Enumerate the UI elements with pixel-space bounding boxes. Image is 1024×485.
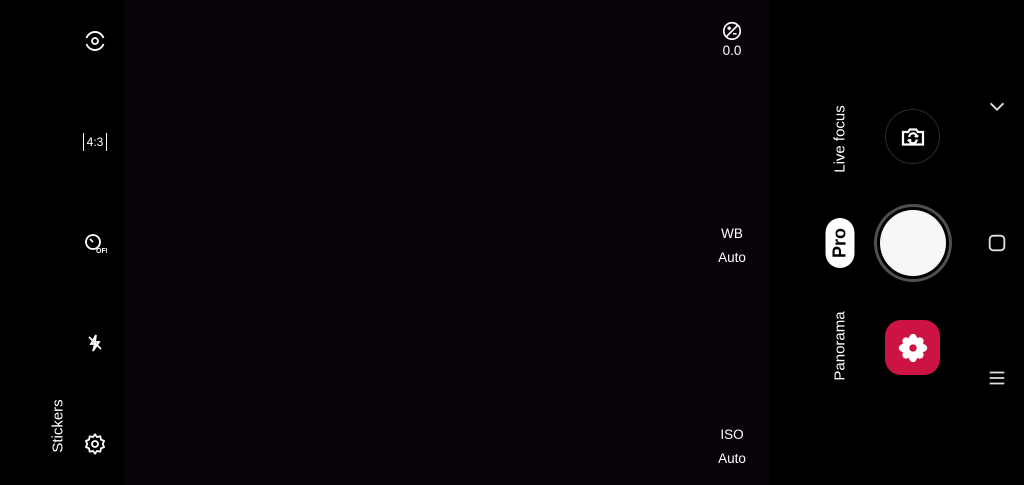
camera-mode-button[interactable] [75, 21, 115, 61]
flash-off-icon [88, 334, 102, 352]
gallery-button[interactable] [885, 320, 940, 375]
gallery-flower-icon [898, 333, 927, 362]
exposure-icon [722, 21, 742, 41]
mode-panorama[interactable]: Panorama [832, 311, 849, 380]
exposure-control[interactable]: 0.0 [700, 20, 764, 60]
eye-rotate-icon [85, 31, 105, 51]
home-square-icon [988, 234, 1006, 252]
nav-collapse-button[interactable] [980, 90, 1014, 124]
exposure-value: 0.0 [722, 43, 742, 58]
gear-icon [84, 433, 106, 455]
iso-value: Auto [718, 451, 746, 466]
settings-button[interactable] [75, 424, 115, 464]
iso-label: ISO [720, 427, 744, 442]
aspect-ratio-label: 4:3 [86, 135, 104, 149]
wb-value: Auto [718, 250, 746, 265]
timer-button[interactable]: OFF [75, 223, 115, 263]
shutter-inner [880, 210, 946, 276]
switch-camera-button[interactable] [885, 109, 940, 164]
shutter-button[interactable] [874, 204, 952, 282]
camera-flip-icon [901, 127, 924, 146]
mode-pro[interactable]: Pro [825, 217, 855, 269]
timer-off-icon: OFF [85, 234, 107, 255]
flash-button[interactable] [75, 323, 115, 363]
nav-recents-button[interactable] [980, 361, 1014, 395]
mode-live-focus[interactable]: Live focus [832, 105, 849, 173]
nav-home-button[interactable] [980, 226, 1014, 260]
aspect-ratio-button[interactable]: 4:3 [75, 122, 115, 162]
camera-viewfinder[interactable] [124, 0, 769, 485]
recents-lines-icon [989, 371, 1005, 385]
white-balance-control[interactable]: WB Auto [700, 222, 764, 270]
chevron-down-icon [989, 102, 1005, 112]
aspect-ratio-icon: 4:3 [82, 133, 108, 151]
stickers-mode[interactable]: Stickers [50, 399, 67, 452]
iso-control[interactable]: ISO Auto [700, 423, 764, 471]
svg-text:OFF: OFF [96, 248, 107, 255]
wb-label: WB [721, 226, 743, 241]
